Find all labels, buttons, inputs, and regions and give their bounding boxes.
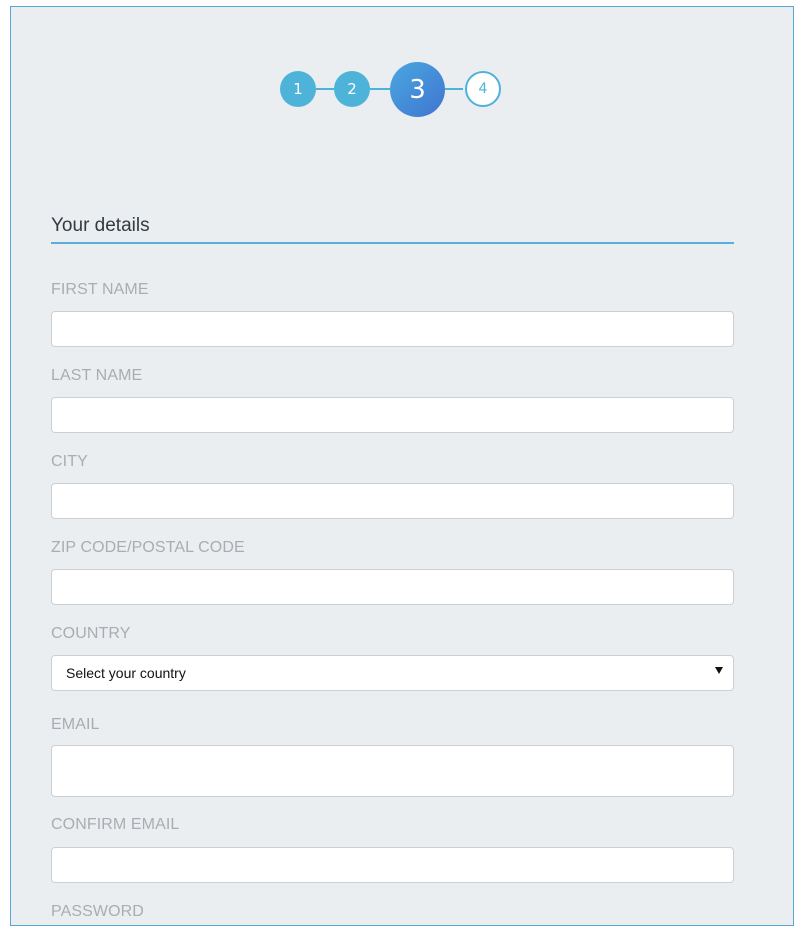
last-name-input[interactable]	[51, 397, 734, 433]
step-3-current: 3	[390, 62, 445, 117]
dropdown-arrow-icon	[715, 667, 723, 674]
zip-code-input[interactable]	[51, 569, 734, 605]
first-name-input[interactable]	[51, 311, 734, 347]
last-name-label: LAST NAME	[51, 367, 143, 384]
zip-code-label: ZIP CODE/POSTAL CODE	[51, 539, 245, 556]
step-connector-1-2	[316, 88, 334, 90]
step-connector-2-3	[370, 88, 390, 90]
step-4: 4	[465, 71, 501, 107]
city-label: CITY	[51, 453, 88, 470]
country-select[interactable]: Select your country	[51, 655, 734, 691]
progress-stepper: 1 2 3 4	[11, 7, 793, 127]
city-input[interactable]	[51, 483, 734, 519]
confirm-email-input[interactable]	[51, 847, 734, 883]
email-input[interactable]	[51, 745, 734, 797]
section-divider	[51, 242, 734, 244]
registration-panel: 1 2 3 4 Your details FIRST NAME LAST NAM…	[10, 6, 794, 926]
step-1[interactable]: 1	[280, 71, 316, 107]
password-label: PASSWORD	[51, 903, 144, 920]
step-4-number: 4	[478, 81, 488, 97]
step-2-number: 2	[347, 80, 357, 98]
country-label: COUNTRY	[51, 625, 131, 642]
first-name-label: FIRST NAME	[51, 281, 149, 298]
confirm-email-label: CONFIRM EMAIL	[51, 816, 180, 833]
country-selected-value: Select your country	[66, 665, 186, 681]
step-3-number: 3	[409, 74, 426, 105]
step-1-number: 1	[293, 80, 303, 98]
email-label: EMAIL	[51, 716, 100, 733]
step-2[interactable]: 2	[334, 71, 370, 107]
section-title: Your details	[51, 215, 150, 236]
step-connector-3-4	[445, 88, 463, 90]
